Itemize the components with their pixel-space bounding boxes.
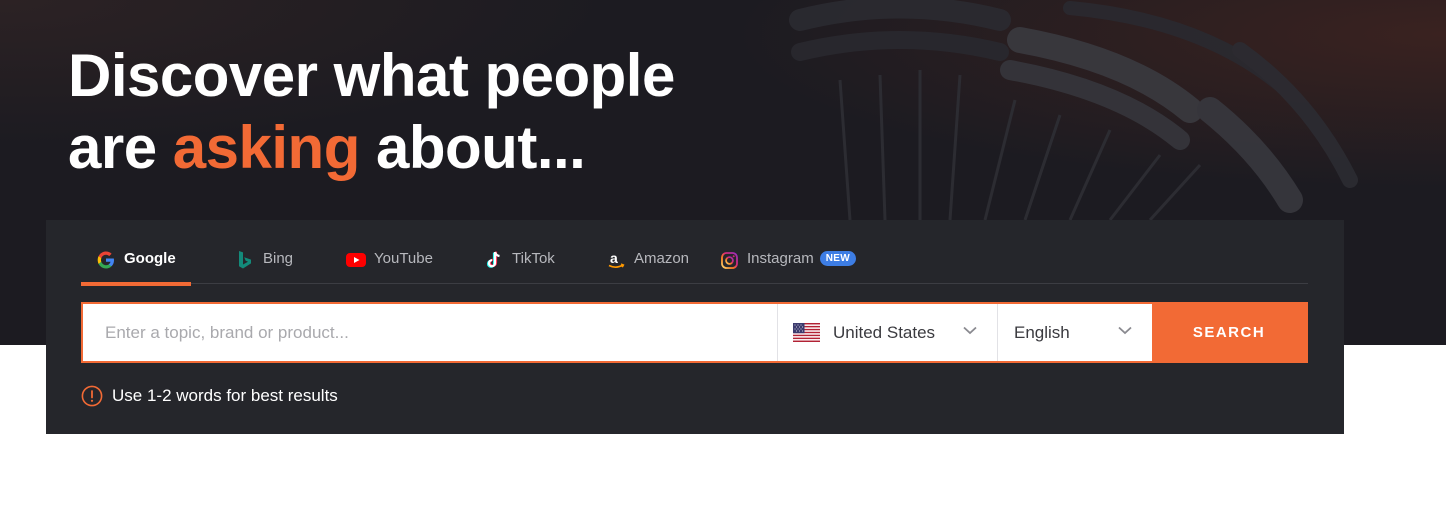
tab-tiktok[interactable]: TikTok (484, 242, 555, 284)
search-panel: Google Bing YouTube TikTok a Amazon Inst… (46, 220, 1344, 434)
headline-accent-word: asking (172, 114, 361, 181)
tab-youtube-label: YouTube (374, 250, 433, 267)
alert-circle-icon (81, 385, 103, 407)
tab-youtube[interactable]: YouTube (346, 242, 433, 284)
youtube-icon (346, 250, 366, 270)
language-select[interactable]: English (997, 304, 1152, 361)
search-bar: United States English SEARCH (81, 302, 1308, 363)
page-headline: Discover what people are asking about... (68, 40, 675, 184)
active-tab-indicator (81, 282, 191, 286)
svg-text:a: a (610, 250, 618, 266)
search-engine-tabs: Google Bing YouTube TikTok a Amazon Inst… (81, 242, 1308, 286)
decorative-dial-graphic (789, 0, 1358, 222)
chevron-down-icon (1118, 326, 1132, 335)
tab-google-label: Google (124, 250, 176, 267)
instagram-icon (719, 250, 739, 270)
search-input[interactable] (83, 304, 777, 361)
headline-line-2: are asking about... (68, 112, 675, 184)
tab-instagram[interactable]: Instagram NEW (719, 242, 856, 284)
tab-bing-label: Bing (263, 250, 294, 267)
search-button[interactable]: SEARCH (1152, 304, 1306, 361)
country-select[interactable]: United States (777, 304, 997, 361)
language-select-value: English (1014, 322, 1070, 342)
country-select-value: United States (833, 322, 936, 342)
headline-line-1: Discover what people (68, 42, 675, 109)
tab-instagram-label: Instagram (747, 250, 814, 267)
search-hint: Use 1-2 words for best results (81, 385, 338, 407)
new-badge: NEW (819, 251, 856, 266)
bing-icon (235, 250, 255, 270)
tab-amazon[interactable]: a Amazon (606, 242, 689, 284)
us-flag-icon (793, 323, 820, 342)
tab-bing[interactable]: Bing (235, 242, 293, 284)
headline-word-about: about... (376, 114, 586, 181)
search-hint-text: Use 1-2 words for best results (112, 386, 338, 405)
amazon-icon: a (606, 250, 626, 270)
tiktok-icon (484, 250, 504, 270)
chevron-down-icon (963, 326, 977, 335)
headline-word-are: are (68, 114, 157, 181)
tab-amazon-label: Amazon (634, 250, 690, 267)
google-icon (96, 250, 116, 270)
tab-tiktok-label: TikTok (512, 250, 555, 267)
tab-google[interactable]: Google (81, 242, 191, 286)
